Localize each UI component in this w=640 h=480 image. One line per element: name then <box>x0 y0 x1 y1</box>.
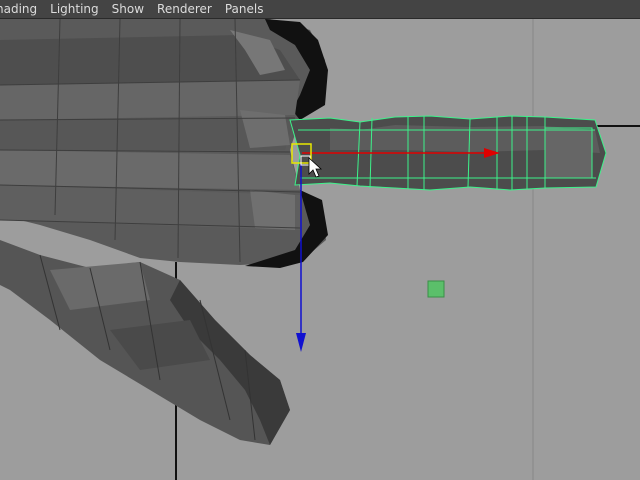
z-axis-arrow[interactable] <box>296 333 306 352</box>
top-viewport[interactable]: top <box>0 19 640 480</box>
menu-shading[interactable]: nading <box>0 0 45 18</box>
panel-menubar: nading Lighting Show Renderer Panels <box>0 0 640 19</box>
menu-lighting[interactable]: Lighting <box>45 0 107 18</box>
menu-panels[interactable]: Panels <box>220 0 272 18</box>
menu-show[interactable]: Show <box>107 0 152 18</box>
grid-origin-marker-icon[interactable] <box>427 280 445 298</box>
menu-renderer[interactable]: Renderer <box>152 0 220 18</box>
hand-mesh[interactable] <box>0 19 328 445</box>
viewport-scene <box>0 19 640 480</box>
